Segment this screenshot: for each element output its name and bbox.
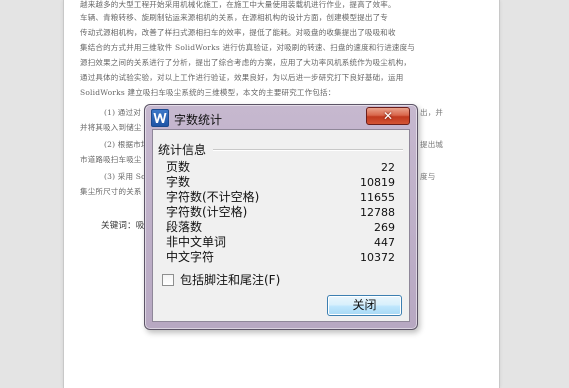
doc-line: 集结合的方式并用三维软件 SolidWorks 进行仿真验证，对吸刷的转速、扫盘… xyxy=(80,43,416,52)
stat-row-non-chinese-words: 非中文单词 447 xyxy=(166,235,395,250)
stat-value: 22 xyxy=(381,161,395,174)
include-footnotes-checkbox[interactable] xyxy=(162,274,174,286)
close-button[interactable]: 关闭 xyxy=(327,295,402,316)
stat-value: 10372 xyxy=(360,251,395,264)
stat-label: 非中文单词 xyxy=(166,235,227,249)
stat-label: 中文字符 xyxy=(166,250,215,264)
dialog-title: 字数统计 xyxy=(174,113,223,127)
doc-line: 传动式源相机构，改善了样扫式源相扫车的效率，提低了能耗。对吸盘的收集提出了吸吸和… xyxy=(80,28,396,37)
stat-row-chinese-chars: 中文字符 10372 xyxy=(166,250,395,265)
stat-value: 11655 xyxy=(360,191,395,204)
doc-line: 集尘所尺寸的关系 xyxy=(80,187,142,196)
stat-row-pages: 页数 22 xyxy=(166,160,395,175)
stats-group-title: 统计信息 xyxy=(158,143,207,157)
wps-writer-icon xyxy=(151,109,169,127)
close-icon: ✕ xyxy=(382,109,394,123)
stat-label: 字符数(计空格) xyxy=(166,205,248,219)
dialog-body: 统计信息 页数 22 字数 10819 字符数(不计空格) 11655 字符数(… xyxy=(152,129,410,322)
doc-line: 关键词：吸 xyxy=(101,221,145,231)
word-count-dialog: 字数统计 ✕ 统计信息 页数 22 字数 10819 字符数(不计空格) 116… xyxy=(144,104,418,330)
stat-value: 447 xyxy=(374,236,395,249)
doc-line: 车辆、青粮转移、旋刷制钻运来源相机的关系，在源相机构的设计方面，创建模型提出了专 xyxy=(80,13,388,22)
stat-row-paragraphs: 段落数 269 xyxy=(166,220,395,235)
stat-label: 段落数 xyxy=(166,220,203,234)
close-button-label: 关闭 xyxy=(352,298,377,312)
doc-line: 并将其吸入到储尘 xyxy=(80,123,142,132)
stat-value: 12788 xyxy=(360,206,395,219)
stat-row-chars-no-spaces: 字符数(不计空格) 11655 xyxy=(166,190,395,205)
close-window-button[interactable]: ✕ xyxy=(366,107,410,125)
dialog-titlebar[interactable]: 字数统计 ✕ xyxy=(145,105,417,131)
stat-row-words: 字数 10819 xyxy=(166,175,395,190)
stat-value: 269 xyxy=(374,221,395,234)
stat-row-chars-with-spaces: 字符数(计空格) 12788 xyxy=(166,205,395,220)
stat-value: 10819 xyxy=(360,176,395,189)
doc-line: 源扫效果之间的关系进行了分析，提出了综合考虑的方案，应用了大功率风机系统作为吸尘… xyxy=(80,58,412,67)
doc-line: SolidWorks 建立吸扫车吸尘系统的三维模型，本文的主要研究工作包括： xyxy=(80,88,336,97)
doc-line-fragment: 出，并 xyxy=(420,108,444,117)
doc-line: 通过具体的试验实验，对以上工作进行验证，效果良好，为以后进一步研究打下良好基础，… xyxy=(80,73,404,82)
doc-line: 越来越多的大型工程开始采用机械化施工，在施工中大量使用装载机进行作业，提高了效率… xyxy=(80,0,396,9)
include-footnotes-option[interactable]: 包括脚注和尾注(F) xyxy=(162,273,302,289)
stat-label: 页数 xyxy=(166,160,191,174)
doc-line-fragment: 度与 xyxy=(420,172,436,181)
stat-label: 字数 xyxy=(166,175,191,189)
group-divider xyxy=(213,149,403,151)
doc-line: 市道路吸扫车吸尘 xyxy=(80,155,142,164)
stat-label: 字符数(不计空格) xyxy=(166,190,260,204)
doc-line: (2) 根据市场 xyxy=(104,140,149,149)
doc-line: (1) 通过对 xyxy=(104,108,141,117)
doc-line-fragment: 提出城 xyxy=(420,140,444,149)
include-footnotes-label[interactable]: 包括脚注和尾注(F) xyxy=(180,273,280,288)
